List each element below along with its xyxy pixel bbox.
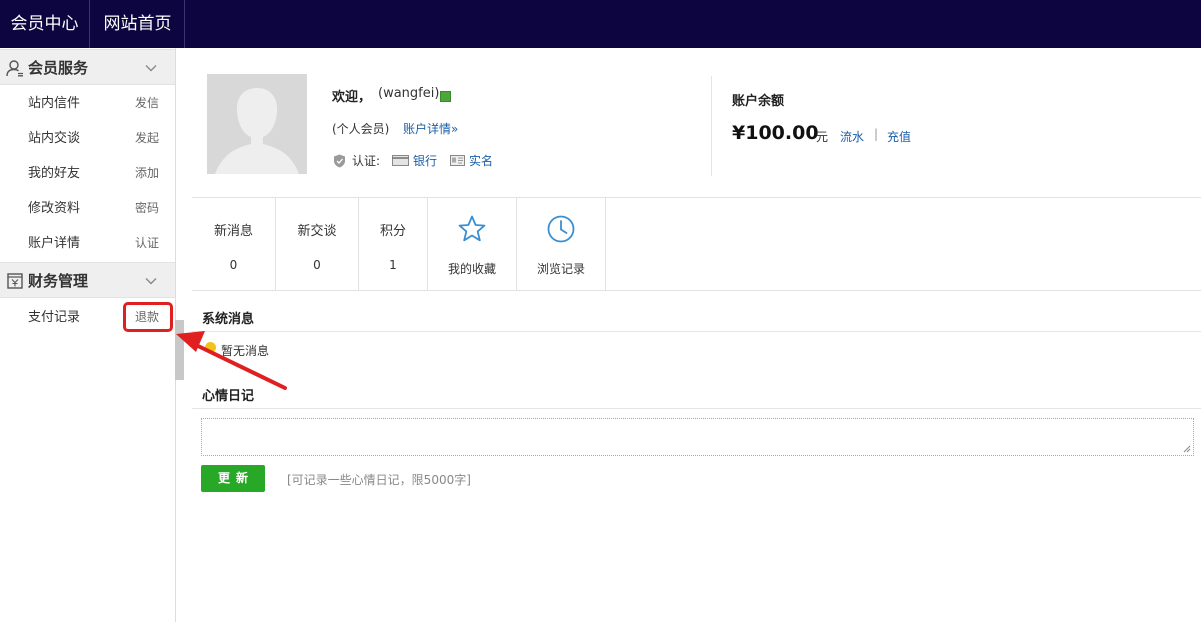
sidebar-item-action[interactable]: 认证 — [135, 226, 159, 261]
member-role: (个人会员) — [332, 122, 390, 136]
sidebar-section-finance[interactable]: 财务管理 — [0, 262, 175, 298]
sidebar-collapse-handle[interactable] — [175, 320, 184, 380]
shortcut-favorites[interactable]: 我的收藏 — [428, 198, 517, 291]
sidebar-item-action[interactable]: 发起 — [135, 121, 159, 156]
balance-title: 账户余额 — [732, 94, 785, 109]
stat-label: 新消息 — [213, 224, 253, 239]
star-icon — [458, 215, 486, 242]
divider — [711, 76, 712, 176]
no-messages-text: 暂无消息 — [221, 344, 270, 358]
stat-label: 新交谈 — [297, 224, 337, 239]
certification-label: 认证: — [352, 154, 381, 168]
sidebar-section-label: 会员服务 — [28, 59, 89, 77]
sidebar-item-action[interactable]: 添加 — [135, 156, 159, 191]
stat-value: 0 — [313, 258, 321, 272]
stat-value: 0 — [229, 258, 238, 272]
sidebar-item-label: 修改资料 — [28, 201, 81, 216]
sidebar: 会员服务 站内信件 发信 站内交谈 发起 我的好友 添加 修改资料 密码 账户详… — [0, 48, 184, 622]
clock-icon — [547, 215, 575, 243]
mood-diary-input[interactable] — [201, 418, 1194, 456]
shortcut-label: 浏览记录 — [536, 262, 585, 276]
sidebar-section-member-service[interactable]: 会员服务 — [0, 49, 175, 85]
update-button[interactable]: 更新 — [201, 465, 265, 492]
chevron-down-icon — [145, 278, 157, 285]
divider — [192, 408, 1201, 409]
avatar — [207, 74, 307, 174]
system-messages-title: 系统消息 — [202, 312, 255, 327]
sidebar-item-chat[interactable]: 站内交谈 发起 — [0, 121, 175, 156]
id-card-icon — [450, 155, 465, 166]
stat-label: 积分 — [379, 224, 406, 239]
stat-new-chats[interactable]: 新交谈 0 — [276, 198, 359, 291]
sidebar-item-profile[interactable]: 修改资料 密码 — [0, 191, 175, 226]
sidebar-item-account[interactable]: 账户详情 认证 — [0, 226, 175, 261]
shield-icon — [334, 154, 345, 168]
user-icon — [6, 60, 23, 77]
mood-diary-hint: [可记录一些心情日记，限5000字] — [287, 473, 471, 487]
balance-amount: ¥100.00 — [732, 122, 819, 144]
sidebar-item-friends[interactable]: 我的好友 添加 — [0, 156, 175, 191]
welcome-text: 欢迎， — [332, 90, 372, 105]
sidebar-item-label: 支付记录 — [28, 310, 81, 325]
realname-link[interactable]: 实名 — [469, 152, 493, 169]
chevron-down-icon — [145, 65, 157, 72]
sidebar-item-label: 站内交谈 — [28, 131, 81, 146]
highlight-box — [123, 302, 173, 332]
username: (wangfei) — [378, 86, 440, 101]
recharge-link[interactable]: 充值 — [887, 128, 911, 145]
tab-member-center[interactable]: 会员中心 — [0, 0, 90, 48]
sidebar-item-action[interactable]: 密码 — [135, 191, 159, 226]
account-detail-link[interactable]: 账户详情» — [403, 120, 458, 137]
annotation-arrow — [176, 331, 287, 390]
sidebar-item-label: 站内信件 — [28, 96, 81, 111]
shortcut-label: 我的收藏 — [447, 262, 496, 276]
balance-unit: 元 — [816, 130, 829, 144]
shortcut-history[interactable]: 浏览记录 — [517, 198, 606, 291]
sidebar-item-action[interactable]: 发信 — [135, 86, 159, 121]
yen-register-icon — [7, 273, 23, 289]
verified-icon — [440, 91, 451, 102]
sidebar-item-mail[interactable]: 站内信件 发信 — [0, 86, 175, 121]
avatar-placeholder-icon — [207, 74, 307, 174]
bank-card-icon — [392, 155, 409, 166]
divider — [192, 331, 1201, 332]
resize-grip-icon[interactable] — [1182, 444, 1191, 453]
sidebar-item-label: 我的好友 — [28, 166, 81, 181]
stat-new-messages[interactable]: 新消息 0 — [192, 198, 276, 291]
stats-row: 新消息 0 新交谈 0 积分 1 我的收藏 浏览记录 — [192, 197, 1201, 291]
stat-value: 1 — [389, 258, 397, 272]
stat-points[interactable]: 积分 1 — [359, 198, 428, 291]
bulb-icon — [205, 342, 216, 353]
link-separator: | — [874, 127, 879, 141]
mood-diary-title: 心情日记 — [202, 389, 255, 404]
flow-link[interactable]: 流水 — [840, 128, 864, 145]
top-nav: 会员中心 网站首页 — [0, 0, 1201, 48]
sidebar-section-label: 财务管理 — [28, 272, 89, 290]
sidebar-item-label: 账户详情 — [28, 236, 81, 251]
tab-site-home[interactable]: 网站首页 — [91, 0, 185, 48]
bank-link[interactable]: 银行 — [413, 152, 437, 169]
